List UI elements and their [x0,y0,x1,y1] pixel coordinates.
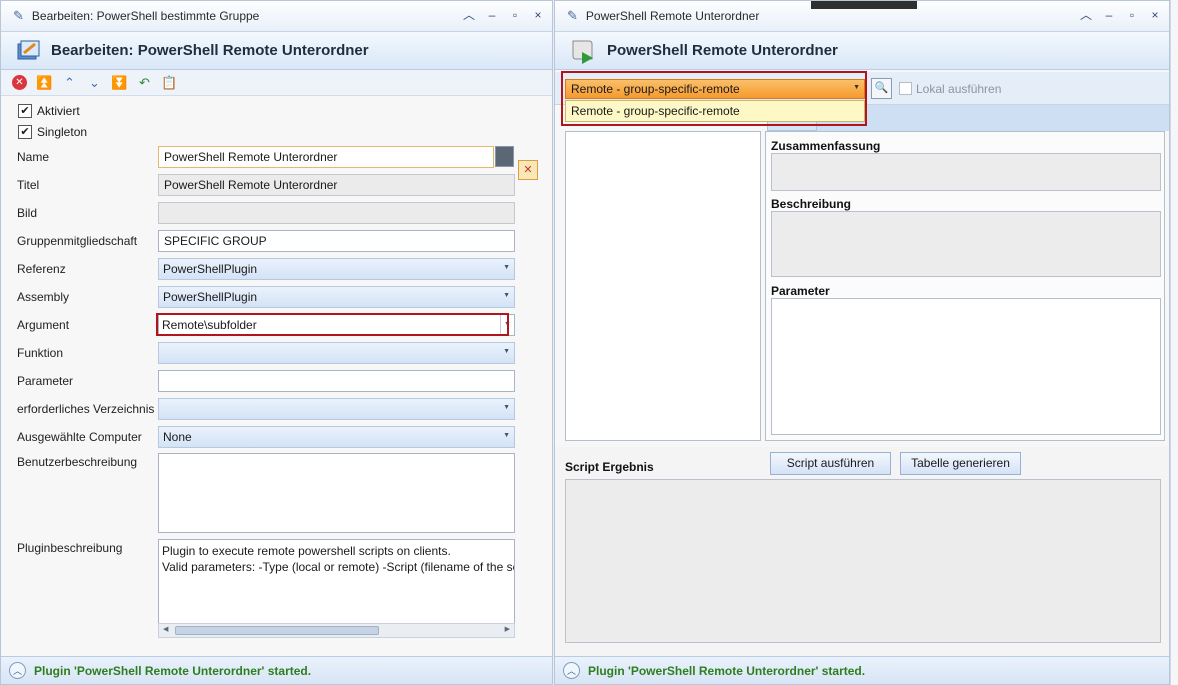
close-icon[interactable]: × [1149,8,1161,22]
referenz-label: Referenz [17,262,66,276]
referenz-value: PowerShellPlugin [163,262,258,276]
aktiviert-label: Aktiviert [37,104,80,118]
collapse-icon[interactable]: ︿ [1080,8,1092,22]
verzeichnis-label: erforderliches Verzeichnis [17,402,155,416]
gruppe-input[interactable]: SPECIFIC GROUP [158,230,515,252]
clipboard-icon[interactable]: 📋 [161,74,178,91]
chevron-down-icon: ▼ [503,264,510,271]
close-icon[interactable]: × [532,8,544,22]
script-ergebnis-label: Script Ergebnis [565,460,654,474]
expand-up-icon[interactable]: ︿ [9,662,26,679]
zusammenfassung-box [771,153,1161,191]
tabelle-generieren-button[interactable]: Tabelle generieren [900,452,1021,475]
minimize-icon[interactable]: – [1103,8,1115,22]
scroll-left-icon[interactable]: ◀ [163,625,168,633]
parameter-label: Parameter [17,374,74,388]
plugin-line-1: Plugin to execute remote powershell scri… [162,544,451,558]
chevron-down-icon: ▼ [503,292,510,299]
plugin-line-2: Valid parameters: -Type (local or remote… [162,560,515,574]
move-bottom-icon[interactable]: ⏬ [111,74,128,91]
bild-label: Bild [17,206,38,220]
argument-highlight [156,313,509,336]
left-toolbar: ✕ ⏫ ⌃ ⌄ ⏬ ↶ 📋 [1,70,552,96]
parameter-section-label: Parameter [771,284,830,298]
left-titlebar: ✎ Bearbeiten: PowerShell bestimmte Grupp… [1,1,552,32]
left-status-text: Plugin 'PowerShell Remote Unterordner' s… [34,663,312,678]
funktion-label: Funktion [17,346,64,360]
lokal-label: Lokal ausführen [916,82,1002,96]
edit-window-icon [17,40,40,59]
computer-label: Ausgewählte Computer [17,430,142,444]
tab-strip [817,105,1169,131]
assembly-label: Assembly [17,290,70,304]
scroll-thumb[interactable] [175,626,379,635]
chevron-down-icon: ▼ [503,348,510,355]
computer-value: None [163,430,192,444]
right-status-text: Plugin 'PowerShell Remote Unterordner' s… [588,663,866,678]
right-status-bar: ︿ Plugin 'PowerShell Remote Unterordner'… [555,656,1169,684]
left-window-title: Bearbeiten: PowerShell bestimmte Gruppe [31,9,260,23]
assembly-select[interactable]: PowerShellPlugin ▼ [158,286,515,308]
left-status-bar: ︿ Plugin 'PowerShell Remote Unterordner'… [1,656,552,684]
zusammenfassung-label: Zusammenfassung [771,139,881,153]
edit-window: ✎ Bearbeiten: PowerShell bestimmte Grupp… [0,0,553,685]
lokal-checkbox[interactable] [899,82,912,95]
parameter-textarea[interactable] [771,298,1161,435]
maximize-icon[interactable]: ▫ [1126,8,1138,22]
singleton-checkbox[interactable]: ✔ [18,125,32,139]
parameter-input[interactable] [158,370,515,392]
move-down-icon[interactable]: ⌄ [86,74,103,91]
argument-label: Argument [17,318,70,332]
script-play-icon [572,40,593,64]
verzeichnis-select[interactable]: ▼ [158,398,515,420]
name-label: Name [17,150,50,164]
background-window-edge [1170,0,1178,685]
titel-input[interactable]: PowerShell Remote Unterordner [158,174,515,196]
assembly-value: PowerShellPlugin [163,290,258,304]
pin-icon: ✎ [567,8,578,23]
gruppe-label: Gruppenmitgliedschaft [17,234,138,248]
script-result-box[interactable] [565,479,1161,643]
move-up-icon[interactable]: ⌃ [61,74,78,91]
chevron-down-icon: ▼ [503,432,510,439]
benutzer-label: Benutzerbeschreibung [17,455,138,469]
remove-lock-icon[interactable]: ✕ [518,160,538,180]
right-window-title: PowerShell Remote Unterordner [585,9,760,23]
left-header: Bearbeiten: PowerShell Remote Unterordne… [1,32,552,70]
beschreibung-box [771,211,1161,277]
delete-icon[interactable]: ✕ [11,74,28,91]
right-header: PowerShell Remote Unterordner [555,32,1169,70]
funktion-select[interactable]: ▼ [158,342,515,364]
collapse-icon[interactable]: ︿ [463,8,475,22]
computer-list[interactable] [565,131,761,441]
maximize-icon[interactable]: ▫ [509,8,521,22]
plugin-window: ✎ PowerShell Remote Unterordner ︿ – ▫ × … [554,0,1170,685]
name-input[interactable]: PowerShell Remote Unterordner [158,146,494,168]
beschreibung-label: Beschreibung [771,197,852,211]
chevron-down-icon: ▼ [503,404,510,411]
translate-icon[interactable] [495,146,514,167]
pin-icon: ✎ [13,8,24,23]
plugin-textarea[interactable]: Plugin to execute remote powershell scri… [158,539,515,624]
undo-icon[interactable]: ↶ [136,74,153,91]
plugin-label: Pluginbeschreibung [17,541,123,555]
horizontal-scrollbar[interactable]: ◀ ▶ [158,623,515,638]
referenz-select[interactable]: PowerShellPlugin ▼ [158,258,515,280]
right-header-title: PowerShell Remote Unterordner [607,42,838,59]
scroll-right-icon[interactable]: ▶ [505,625,510,633]
computer-select[interactable]: None ▼ [158,426,515,448]
bild-input[interactable] [158,202,515,224]
aktiviert-checkbox[interactable]: ✔ [18,104,32,118]
benutzer-textarea[interactable] [158,453,515,533]
drag-handle[interactable] [811,1,917,9]
singleton-label: Singleton [37,125,88,139]
script-ausfuehren-button[interactable]: Script ausführen [770,452,891,475]
dropdown-highlight [561,71,867,126]
search-remote-icon[interactable]: 🔍 [871,78,892,99]
minimize-icon[interactable]: – [486,8,498,22]
expand-up-icon[interactable]: ︿ [563,662,580,679]
left-header-title: Bearbeiten: PowerShell Remote Unterordne… [51,42,369,59]
move-top-icon[interactable]: ⏫ [36,74,53,91]
titel-label: Titel [17,178,40,192]
